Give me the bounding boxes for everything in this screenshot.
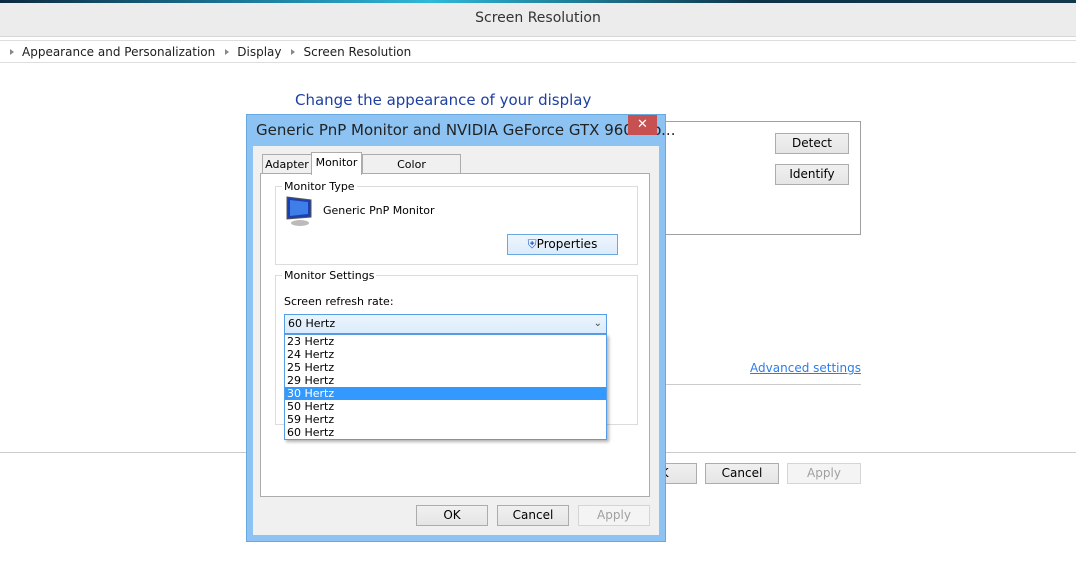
- page-heading: Change the appearance of your display: [295, 91, 592, 109]
- chevron-down-icon: ⌄: [593, 318, 602, 329]
- properties-label: Properties: [536, 237, 598, 251]
- breadcrumb: Appearance and Personalization Display S…: [0, 40, 1076, 63]
- chevron-right-icon: [10, 48, 14, 55]
- tab-color-management[interactable]: Color Management: [362, 154, 461, 190]
- option-59-hertz[interactable]: 59 Hertz: [285, 413, 606, 426]
- option-25-hertz[interactable]: 25 Hertz: [285, 361, 606, 374]
- monitor-icon: [286, 196, 312, 226]
- close-icon[interactable]: ✕: [628, 115, 657, 135]
- cancel-button[interactable]: Cancel: [705, 463, 779, 484]
- advanced-settings-link[interactable]: Advanced settings: [750, 361, 861, 375]
- group-label: Monitor Settings: [282, 269, 377, 282]
- shield-icon: ⛨: [527, 237, 537, 251]
- option-24-hertz[interactable]: 24 Hertz: [285, 348, 606, 361]
- detect-button[interactable]: Detect: [775, 133, 849, 154]
- option-30-hertz[interactable]: 30 Hertz: [285, 387, 606, 400]
- dialog-ok-button[interactable]: OK: [416, 505, 488, 526]
- dialog-title: Generic PnP Monitor and NVIDIA GeForce G…: [256, 121, 676, 139]
- monitor-type-group: Monitor Type Generic PnP Monitor ⛨Proper…: [275, 180, 638, 265]
- dialog-cancel-button[interactable]: Cancel: [497, 505, 569, 526]
- breadcrumb-item[interactable]: Screen Resolution: [303, 45, 411, 59]
- option-50-hertz[interactable]: 50 Hertz: [285, 400, 606, 413]
- tab-panel: Monitor Type Generic PnP Monitor ⛨Proper…: [260, 173, 650, 497]
- monitor-name: Generic PnP Monitor: [323, 204, 435, 217]
- window-title: Screen Resolution: [475, 10, 601, 26]
- option-29-hertz[interactable]: 29 Hertz: [285, 374, 606, 387]
- option-23-hertz[interactable]: 23 Hertz: [285, 335, 606, 348]
- option-60-hertz[interactable]: 60 Hertz: [285, 426, 606, 439]
- refresh-rate-label: Screen refresh rate:: [284, 295, 394, 308]
- tab-adapter[interactable]: Adapter: [262, 154, 312, 174]
- chevron-right-icon[interactable]: [291, 48, 296, 55]
- dialog-apply-button: Apply: [578, 505, 650, 526]
- identify-button[interactable]: Identify: [775, 164, 849, 185]
- tab-monitor[interactable]: Monitor: [311, 152, 362, 175]
- title-bar: Screen Resolution: [0, 3, 1076, 37]
- properties-button[interactable]: ⛨Properties: [507, 234, 618, 255]
- dialog-client: Adapter Monitor Color Management Monitor…: [253, 146, 659, 535]
- selected-value: 60 Hertz: [288, 317, 336, 330]
- chevron-right-icon[interactable]: [225, 48, 230, 55]
- breadcrumb-item[interactable]: Display: [237, 45, 281, 59]
- breadcrumb-item[interactable]: Appearance and Personalization: [22, 45, 215, 59]
- apply-button: Apply: [787, 463, 861, 484]
- refresh-rate-select[interactable]: 60 Hertz ⌄: [284, 314, 607, 334]
- refresh-rate-dropdown-list[interactable]: 23 Hertz 24 Hertz 25 Hertz 29 Hertz 30 H…: [284, 334, 607, 440]
- group-label: Monitor Type: [282, 180, 357, 193]
- monitor-properties-dialog: Generic PnP Monitor and NVIDIA GeForce G…: [246, 114, 675, 542]
